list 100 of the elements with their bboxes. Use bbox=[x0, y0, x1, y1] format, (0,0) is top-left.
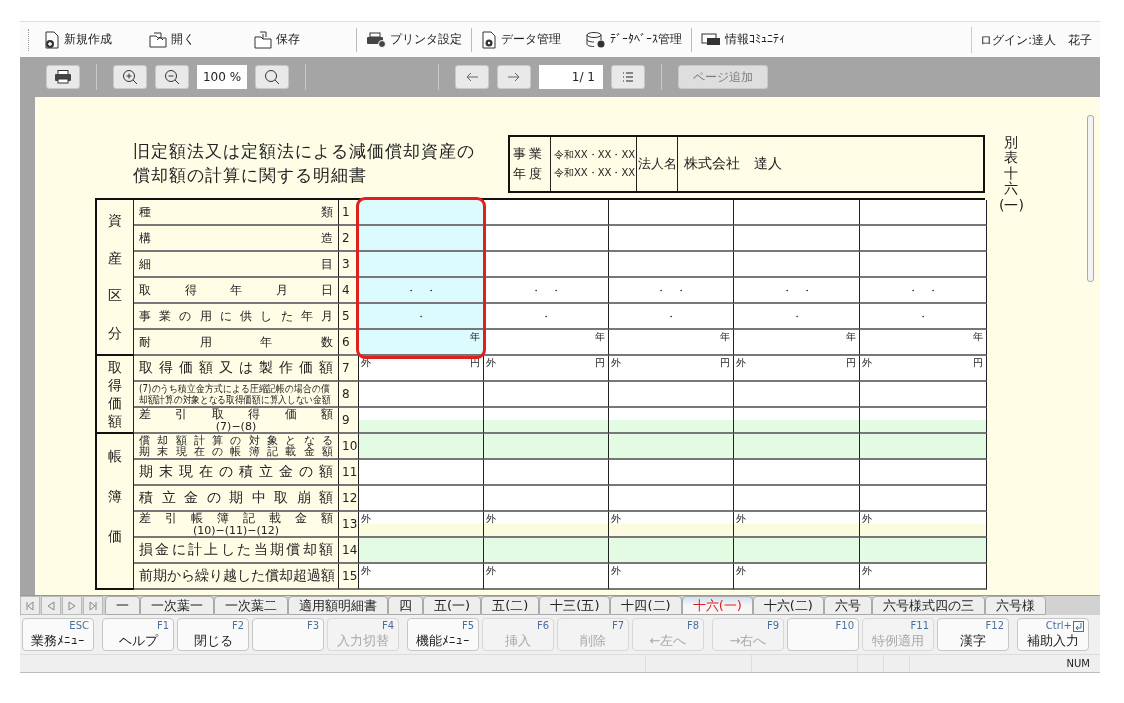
toolbar-button[interactable]: データ管理 bbox=[475, 26, 580, 53]
print-button[interactable] bbox=[46, 65, 80, 89]
table-cell[interactable] bbox=[359, 226, 484, 252]
table-cell[interactable]: ・ ・ bbox=[734, 278, 860, 304]
sheet-tab[interactable]: 六号様式四の三 bbox=[871, 596, 985, 615]
function-key-button[interactable]: ESC 業務ﾒﾆｭｰ bbox=[22, 618, 94, 651]
table-cell[interactable]: ・ ・ bbox=[359, 278, 484, 304]
toolbar-button[interactable]: 開く bbox=[143, 26, 248, 53]
table-cell[interactable]: 外 円 bbox=[860, 356, 987, 382]
function-key-button[interactable]: Ctrl+ 補助入力 bbox=[1017, 618, 1089, 651]
toolbar-button[interactable]: プリンタ設定 bbox=[360, 26, 468, 53]
sheet-tab[interactable]: 十六(一) bbox=[681, 596, 753, 615]
table-cell[interactable]: 外 bbox=[359, 564, 484, 590]
toolbar-button[interactable]: 新規作成 bbox=[38, 26, 143, 53]
sheet-tab[interactable]: 十三(五) bbox=[539, 596, 611, 615]
table-cell[interactable]: 年 bbox=[359, 330, 484, 356]
table-cell[interactable] bbox=[734, 460, 860, 486]
table-cell[interactable]: 外 bbox=[734, 564, 860, 590]
table-cell[interactable] bbox=[484, 408, 609, 434]
table-cell[interactable]: 外 bbox=[484, 564, 609, 590]
table-cell[interactable] bbox=[484, 434, 609, 460]
table-cell[interactable]: ・ ・ bbox=[484, 278, 609, 304]
table-cell[interactable]: 外 bbox=[609, 564, 734, 590]
function-key-button[interactable]: F3 bbox=[252, 618, 324, 651]
sheet-tab[interactable]: 四 bbox=[388, 596, 423, 615]
table-cell[interactable] bbox=[359, 434, 484, 460]
toolbar-button[interactable]: 保存 bbox=[248, 26, 353, 53]
sheet-tab[interactable]: 一次葉一 bbox=[140, 596, 214, 615]
table-cell[interactable] bbox=[484, 252, 609, 278]
table-cell[interactable]: 外 bbox=[860, 564, 987, 590]
sheet-tab[interactable]: 五(二) bbox=[481, 596, 540, 615]
table-cell[interactable] bbox=[359, 200, 484, 226]
scrollbar-thumb[interactable] bbox=[1086, 115, 1094, 282]
table-cell[interactable] bbox=[484, 460, 609, 486]
table-cell[interactable]: 外 bbox=[609, 512, 734, 538]
table-cell[interactable] bbox=[609, 382, 734, 408]
zoom-field[interactable]: 100 % bbox=[197, 65, 247, 89]
table-cell[interactable] bbox=[734, 434, 860, 460]
table-cell[interactable] bbox=[484, 486, 609, 512]
sheet-tab[interactable]: 十四(二) bbox=[610, 596, 682, 615]
function-key-button[interactable]: F2 閉じる bbox=[177, 618, 249, 651]
table-cell[interactable]: ・ ・ bbox=[860, 278, 987, 304]
table-cell[interactable] bbox=[609, 252, 734, 278]
table-cell[interactable] bbox=[484, 382, 609, 408]
table-cell[interactable] bbox=[734, 382, 860, 408]
table-cell[interactable]: ・ ・ bbox=[609, 278, 734, 304]
table-cell[interactable] bbox=[609, 538, 734, 564]
table-cell[interactable]: 外 bbox=[484, 512, 609, 538]
table-cell[interactable] bbox=[860, 538, 987, 564]
table-cell[interactable] bbox=[860, 200, 987, 226]
table-cell[interactable] bbox=[609, 460, 734, 486]
table-cell[interactable]: ・ bbox=[609, 304, 734, 330]
table-cell[interactable]: 外 bbox=[734, 512, 860, 538]
table-cell[interactable] bbox=[860, 486, 987, 512]
table-cell[interactable]: 年 bbox=[484, 330, 609, 356]
table-cell[interactable] bbox=[359, 538, 484, 564]
zoom-out-button[interactable] bbox=[155, 65, 189, 89]
table-cell[interactable] bbox=[609, 408, 734, 434]
table-cell[interactable] bbox=[860, 226, 987, 252]
function-key-button[interactable]: F1 ヘルプ bbox=[102, 618, 174, 651]
sheet-tab[interactable]: 十六(二) bbox=[752, 596, 824, 615]
sheet-tab[interactable]: 五(一) bbox=[423, 596, 482, 615]
table-cell[interactable] bbox=[860, 408, 987, 434]
table-cell[interactable] bbox=[359, 486, 484, 512]
table-cell[interactable] bbox=[734, 226, 860, 252]
table-cell[interactable]: ・ bbox=[860, 304, 987, 330]
function-key-button[interactable]: F5 機能ﾒﾆｭｰ bbox=[407, 618, 479, 651]
table-cell[interactable] bbox=[609, 200, 734, 226]
table-cell[interactable]: ・ bbox=[734, 304, 860, 330]
table-cell[interactable] bbox=[734, 200, 860, 226]
table-cell[interactable] bbox=[734, 538, 860, 564]
sheet-tab[interactable]: 六号様 bbox=[984, 596, 1046, 615]
toolbar-button[interactable]: 情報ｺﾐｭﾆﾃｨ bbox=[695, 26, 800, 53]
table-cell[interactable] bbox=[484, 226, 609, 252]
table-cell[interactable] bbox=[860, 434, 987, 460]
table-cell[interactable]: 外 円 bbox=[484, 356, 609, 382]
search-button[interactable] bbox=[255, 65, 289, 89]
function-key-button[interactable]: F12 漢字 bbox=[937, 618, 1009, 651]
list-button[interactable] bbox=[611, 65, 645, 89]
table-cell[interactable]: 外 円 bbox=[734, 356, 860, 382]
table-cell[interactable]: 年 bbox=[609, 330, 734, 356]
sheet-tab[interactable]: 適用額明細書 bbox=[288, 596, 388, 615]
table-cell[interactable]: ・ bbox=[484, 304, 609, 330]
table-cell[interactable]: 外 bbox=[359, 512, 484, 538]
table-cell[interactable]: 年 bbox=[860, 330, 987, 356]
table-cell[interactable]: 外 bbox=[860, 512, 987, 538]
table-cell[interactable] bbox=[359, 408, 484, 434]
table-cell[interactable] bbox=[484, 538, 609, 564]
table-cell[interactable] bbox=[609, 434, 734, 460]
zoom-in-button[interactable] bbox=[113, 65, 147, 89]
function-key-button[interactable]: F10 bbox=[787, 618, 859, 651]
toolbar-button[interactable]: ﾃﾞｰﾀﾍﾞｰｽ管理 bbox=[580, 26, 688, 53]
sheet-tab[interactable]: 六号 bbox=[823, 596, 872, 615]
table-cell[interactable] bbox=[609, 226, 734, 252]
table-cell[interactable] bbox=[734, 252, 860, 278]
table-cell[interactable] bbox=[359, 382, 484, 408]
table-cell[interactable] bbox=[484, 200, 609, 226]
table-cell[interactable] bbox=[359, 252, 484, 278]
sheet-tab[interactable]: 一次葉二 bbox=[214, 596, 288, 615]
table-cell[interactable] bbox=[860, 460, 987, 486]
